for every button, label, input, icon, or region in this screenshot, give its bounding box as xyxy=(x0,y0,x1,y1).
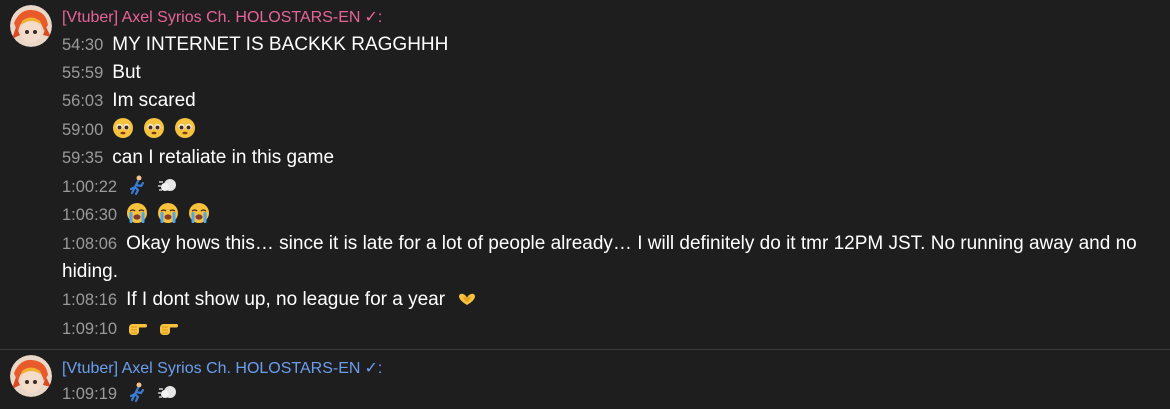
timestamp[interactable]: 1:09:10 xyxy=(62,320,117,338)
pointing-right-icon xyxy=(157,316,179,338)
timestamp[interactable]: 59:00 xyxy=(62,121,103,139)
chat-message: 1:09:10 xyxy=(62,315,1160,343)
chat-message: 56:03 Im scared xyxy=(62,87,1160,115)
message-text: can I retaliate in this game xyxy=(112,147,335,168)
running-person-icon xyxy=(126,174,148,196)
author-label: [Vtuber] Axel Syrios Ch. HOLOSTARS-EN xyxy=(62,360,361,377)
chat-message: 55:59 But xyxy=(62,59,1160,87)
pointing-right-icon xyxy=(126,316,148,338)
dash-cloud-icon xyxy=(157,381,179,403)
pleading-face-icon xyxy=(112,117,134,139)
chat-message: 59:35 can I retaliate in this game xyxy=(62,144,1160,172)
chat-message: 1:08:16 If I dont show up, no league for … xyxy=(62,286,1160,314)
chat-message: 59:00 xyxy=(62,116,1160,144)
pleading-face-icon xyxy=(143,117,165,139)
pleading-face-icon xyxy=(174,117,196,139)
chat-message: 1:06:30 xyxy=(62,201,1160,229)
message-text: MY INTERNET IS BACKKK RAGGHHH xyxy=(112,34,449,55)
group-divider xyxy=(0,349,1170,350)
chat-message: 1:09:19 xyxy=(62,380,1160,408)
chat-message: 1:08:06 Okay hows this… since it is late … xyxy=(62,230,1160,286)
chat-message: 1:00:22 xyxy=(62,173,1160,201)
author-name[interactable]: [Vtuber] Axel Syrios Ch. HOLOSTARS-EN ✓: xyxy=(62,7,382,27)
message-text: Okay hows this… since it is late for a l… xyxy=(62,233,1137,282)
verified-check-icon: ✓: xyxy=(364,9,383,26)
dash-cloud-icon xyxy=(157,174,179,196)
message-text: But xyxy=(112,62,141,83)
author-name[interactable]: [Vtuber] Axel Syrios Ch. HOLOSTARS-EN ✓: xyxy=(62,358,382,378)
loudly-crying-face-icon xyxy=(157,202,179,224)
timestamp[interactable]: 56:03 xyxy=(62,92,103,110)
timestamp[interactable]: 54:30 xyxy=(62,36,103,54)
message-text: Im scared xyxy=(112,90,196,111)
message-text: If I dont show up, no league for a year xyxy=(126,289,446,310)
verified-check-icon: ✓: xyxy=(364,360,383,377)
timestamp[interactable]: 55:59 xyxy=(62,64,103,82)
timestamp[interactable]: 1:08:06 xyxy=(62,235,117,253)
chat-message: 54:30 MY INTERNET IS BACKKK RAGGHHH xyxy=(62,31,1160,59)
timestamp[interactable]: 1:06:30 xyxy=(62,206,117,224)
avatar[interactable] xyxy=(10,355,52,397)
timestamp[interactable]: 1:09:19 xyxy=(62,385,117,403)
author-label: [Vtuber] Axel Syrios Ch. HOLOSTARS-EN xyxy=(62,9,361,26)
loudly-crying-face-icon xyxy=(126,202,148,224)
avatar[interactable] xyxy=(10,5,52,47)
loudly-crying-face-icon xyxy=(188,202,210,224)
timestamp[interactable]: 1:08:16 xyxy=(62,291,117,309)
timestamp[interactable]: 59:35 xyxy=(62,149,103,167)
running-person-icon xyxy=(126,381,148,403)
heart-hands-icon xyxy=(456,287,478,309)
timestamp[interactable]: 1:00:22 xyxy=(62,178,117,196)
